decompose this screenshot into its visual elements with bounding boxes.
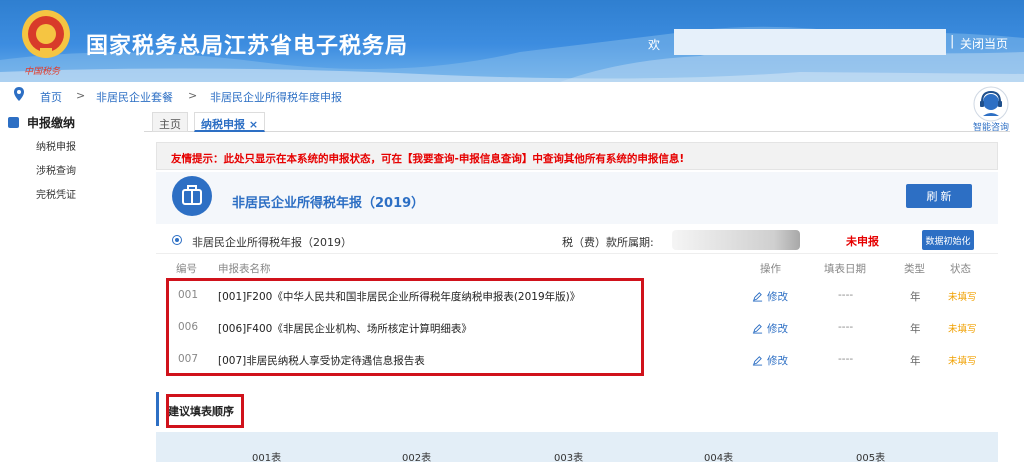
period-value-redacted (672, 230, 800, 250)
section-accent-bar (156, 392, 159, 426)
menu-icon (8, 117, 19, 128)
report-title: 非居民企业所得税年报（2019） (232, 196, 425, 211)
smart-consult-label: 智能咨询 (972, 123, 1009, 133)
col-action: 操作 (760, 263, 781, 275)
tax-emblem-icon (22, 10, 70, 58)
row-type: 年 (910, 355, 921, 367)
breadcrumb-current: 非居民企业所得税年度申报 (210, 91, 342, 104)
col-number: 编号 (176, 263, 197, 275)
customer-service-icon (973, 86, 1009, 122)
header-separator: | (950, 34, 955, 49)
sidebar-item-tax-filing[interactable]: 纳税申报 (36, 138, 76, 153)
report-title-row: 非居民企业所得税年报（2019） 刷 新 (156, 172, 998, 224)
form-name: 非居民企业所得税年报（2019） (192, 236, 352, 249)
breadcrumb-sep: > (188, 89, 198, 102)
col-status: 状态 (950, 263, 971, 275)
annotation-highlight-rows (166, 278, 644, 376)
edit-link[interactable]: 修改 (752, 321, 788, 336)
header-banner: 中国税务 国家税务总局江苏省电子税务局 欢 | 关闭当页 (0, 0, 1024, 82)
notice-bar: 友情提示：此处只显示在本系统的申报状态，可在【我要查询-申报信息查询】中查询其他… (156, 142, 998, 170)
edit-label: 修改 (767, 291, 788, 303)
notice-text: 友情提示：此处只显示在本系统的申报状态，可在【我要查询-申报信息查询】中查询其他… (171, 153, 685, 165)
user-name-redacted (674, 29, 946, 55)
row-status: 未填写 (948, 292, 977, 303)
sidebar-item-tax-query[interactable]: 涉税查询 (36, 162, 76, 177)
row-type: 年 (910, 323, 921, 335)
breadcrumb-sep: > (76, 89, 86, 102)
row-type: 年 (910, 291, 921, 303)
annotation-highlight-title (166, 394, 244, 428)
breadcrumb-package[interactable]: 非居民企业套餐 (96, 89, 173, 105)
row-date: ---- (838, 353, 854, 365)
tab-bar: 主页 纳税申报 × (144, 108, 1010, 132)
sidebar: 申报缴纳 纳税申报 涉税查询 完税凭证 (0, 108, 144, 462)
table-header: 编号 申报表名称 操作 填表日期 类型 状态 (156, 256, 998, 276)
col-fill-date: 填表日期 (824, 263, 866, 275)
breadcrumb: 首页 > 非居民企业套餐 > 非居民企业所得税年度申报 (0, 84, 960, 106)
pencil-icon (752, 292, 763, 302)
fill-order-section: 建议填表顺序 (156, 392, 998, 432)
location-pin-icon (14, 87, 24, 101)
col-type: 类型 (904, 263, 925, 275)
refresh-button[interactable]: 刷 新 (906, 184, 972, 208)
period-label: 税（费）款所属期: (562, 236, 654, 249)
row-date: ---- (838, 289, 854, 301)
row-date: ---- (838, 321, 854, 333)
edit-link[interactable]: 修改 (752, 353, 788, 368)
briefcase-icon (172, 176, 212, 216)
edit-label: 修改 (767, 355, 788, 367)
tab-home[interactable]: 主页 (152, 112, 188, 132)
sidebar-heading: 申报缴纳 (8, 114, 75, 131)
form-selection-row: 非居民企业所得税年报（2019） 税（费）款所属期: 未申报 数据初始化 (156, 226, 998, 254)
emblem-caption: 中国税务 (24, 67, 61, 77)
edit-label: 修改 (767, 323, 788, 335)
site-title: 国家税务总局江苏省电子税务局 (86, 34, 409, 59)
form-radio[interactable] (172, 235, 182, 245)
edit-link[interactable]: 修改 (752, 289, 788, 304)
welcome-text: 欢 (648, 38, 661, 52)
row-status: 未填写 (948, 324, 977, 335)
filing-status: 未申报 (846, 235, 879, 248)
fill-order-steps: 001表 002表 003表 004表 005表 (156, 432, 998, 464)
data-init-button[interactable]: 数据初始化 (922, 230, 974, 250)
close-page-link[interactable]: 关闭当页 (960, 35, 1008, 52)
sidebar-heading-label: 申报缴纳 (27, 116, 76, 130)
smart-consult-button[interactable]: 智能咨询 (966, 84, 1016, 134)
pencil-icon (752, 324, 763, 334)
col-form-name: 申报表名称 (218, 263, 271, 275)
pencil-icon (752, 356, 763, 366)
tab-tax-filing[interactable]: 纳税申报 × (194, 112, 266, 132)
breadcrumb-home[interactable]: 首页 (40, 89, 62, 105)
sidebar-item-tax-certificate[interactable]: 完税凭证 (36, 186, 76, 201)
row-status: 未填写 (948, 356, 977, 367)
